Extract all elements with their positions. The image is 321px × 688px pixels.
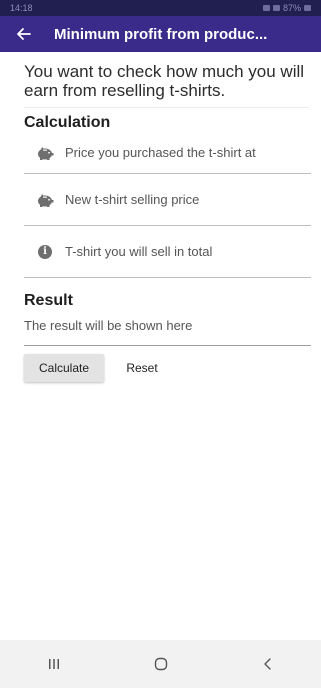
back-icon[interactable] [238, 640, 298, 688]
main-content: You want to check how much you will earn… [0, 52, 321, 382]
calculation-title: Calculation [24, 114, 111, 131]
status-time: 14:18 [10, 3, 33, 13]
calculate-button[interactable]: Calculate [24, 354, 104, 382]
status-bar: 14:18 87% [0, 0, 321, 16]
total-tshirts-placeholder: T-shirt you will sell in total [65, 244, 213, 259]
app-bar: Minimum profit from produc... [0, 16, 321, 52]
selling-price-placeholder: New t-shirt selling price [65, 192, 200, 207]
purchase-price-field[interactable]: Price you purchased the t-shirt at [24, 132, 311, 174]
back-arrow-icon[interactable] [6, 16, 40, 52]
recent-apps-icon[interactable] [24, 640, 84, 688]
system-nav-bar [0, 640, 321, 688]
intro-text: You want to check how much you will earn… [24, 62, 305, 100]
button-row: Calculate Reset [0, 346, 321, 382]
reset-button[interactable]: Reset [112, 354, 172, 382]
purchase-price-placeholder: Price you purchased the t-shirt at [65, 145, 256, 160]
info-icon: i [36, 243, 54, 261]
selling-price-field[interactable]: New t-shirt selling price [24, 174, 311, 226]
piggy-bank-icon [36, 191, 54, 209]
battery-icon [304, 5, 311, 11]
home-icon[interactable] [131, 640, 191, 688]
battery-level: 87% [282, 3, 301, 13]
result-title: Result [24, 292, 73, 309]
app-title: Minimum profit from produc... [54, 25, 268, 43]
total-tshirts-field[interactable]: i T-shirt you will sell in total [24, 226, 311, 278]
alarm-icon [262, 5, 270, 11]
result-text: The result will be shown here [24, 318, 193, 333]
piggy-bank-icon [36, 144, 54, 162]
signal-icon [272, 5, 280, 11]
status-icons: 87% [262, 3, 311, 13]
